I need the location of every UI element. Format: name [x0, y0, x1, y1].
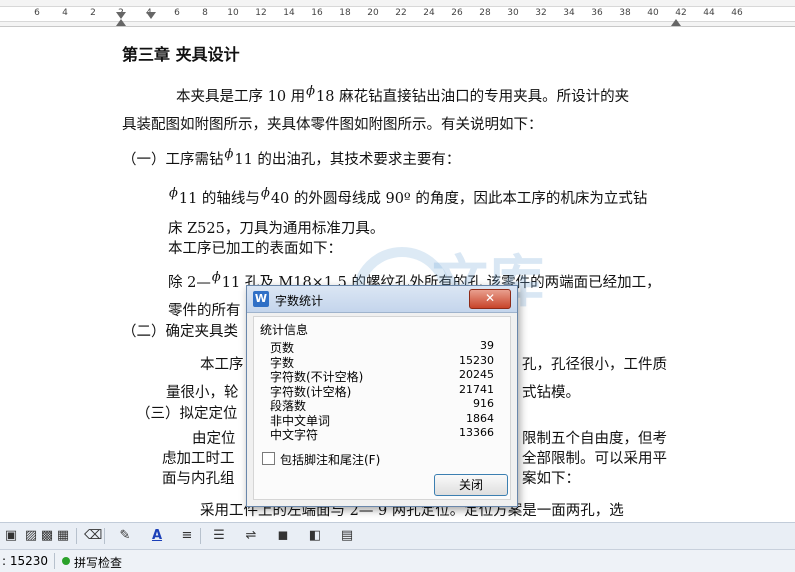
right-indent-marker[interactable]: [671, 19, 681, 26]
ruler-number: 42: [675, 8, 687, 18]
toolbar-separator: [76, 528, 77, 544]
doc-line: （一）工序需钻ϕ11 的出油孔，其技术要求主要有：: [122, 147, 461, 168]
close-icon[interactable]: ✕: [469, 289, 511, 309]
ruler-number: 10: [227, 8, 239, 18]
toolbar-separator: [200, 528, 201, 544]
phi-symbol: ϕ: [260, 186, 270, 201]
doc-line: 孔，孔径很小，工件质: [522, 357, 667, 373]
doc-line: 本工序已加工的表面如下：: [168, 241, 342, 257]
ruler-number: 46: [731, 8, 743, 18]
ruler-number: 14: [283, 8, 295, 18]
line-color-icon[interactable]: ✎: [116, 527, 134, 545]
stats-group-label: 统计信息: [260, 323, 309, 337]
phi-symbol: ϕ: [211, 270, 221, 285]
3d-icon[interactable]: ◧: [306, 527, 324, 545]
dash-style-icon[interactable]: ☰: [210, 527, 228, 545]
font-color-icon[interactable]: A: [148, 527, 166, 545]
stat-value: 21741: [459, 382, 494, 396]
status-word-count[interactable]: : 15230: [2, 554, 48, 568]
arrow-style-icon[interactable]: ⇌: [242, 527, 260, 545]
ruler-number: 24: [423, 8, 435, 18]
doc-line: （三）拟定定位: [136, 406, 238, 422]
stat-label: 中文字符: [270, 428, 319, 442]
dialog-titlebar[interactable]: W 字数统计 ✕: [247, 286, 517, 313]
doc-line: 限制五个自由度，但考: [522, 431, 667, 447]
ruler-number: 6: [174, 8, 180, 18]
spell-check-label[interactable]: 拼写检查: [74, 554, 122, 571]
doc-line: 本工序: [200, 357, 244, 373]
close-button[interactable]: 关闭: [434, 474, 508, 496]
doc-line: 床 Z525，刀具为通用标准刀具。: [168, 221, 385, 237]
ruler-number: 16: [311, 8, 323, 18]
status-separator: [54, 553, 55, 569]
line-style-icon[interactable]: ≡: [178, 527, 196, 545]
doc-line: 由定位: [192, 431, 236, 447]
arrange-icon[interactable]: ▤: [338, 527, 356, 545]
ruler-number: 36: [591, 8, 603, 18]
doc-line: 本夹具是工序 10 用ϕ18 麻花钻直接钻出油口的专用夹具。所设计的夹: [176, 84, 630, 105]
toolbar-separator: [104, 528, 105, 544]
ruler-number: 44: [703, 8, 715, 18]
include-footnotes-checkbox[interactable]: [262, 452, 275, 465]
ruler-number: 38: [619, 8, 631, 18]
doc-line: 量很小，轮: [166, 385, 239, 401]
doc-line: 全部限制。可以采用平: [522, 451, 667, 467]
ruler-number: 34: [563, 8, 575, 18]
ruler-number: 18: [339, 8, 351, 18]
stat-value: 15230: [459, 353, 494, 367]
phi-symbol: ϕ: [306, 84, 316, 99]
doc-line: 案如下：: [522, 471, 580, 487]
ruler-number: 30: [507, 8, 519, 18]
ruler-number: 40: [647, 8, 659, 18]
ruler-number: 22: [395, 8, 407, 18]
status-bar: : 15230 拼写检查: [0, 549, 795, 572]
ruler-number: 8: [202, 8, 208, 18]
ruler-number: 20: [367, 8, 379, 18]
stat-value: 916: [473, 397, 494, 410]
doc-line: 面与内孔组: [162, 471, 235, 487]
phi-symbol: ϕ: [224, 147, 234, 162]
left-indent-marker[interactable]: [116, 19, 126, 26]
stat-value: 20245: [459, 368, 494, 381]
stat-value: 1864: [466, 411, 494, 425]
spell-check-icon: [62, 557, 70, 565]
word-count-dialog[interactable]: W 字数统计 ✕ 统计信息 页数 39 字数 15230 字符数(不计空格) 20245 字…: [246, 285, 518, 507]
doc-line: 具装配图如附图所示，夹具体零件图如附图所示。有关说明如下：: [122, 117, 543, 133]
wps-app-icon: W: [253, 291, 269, 307]
ruler-number: 12: [255, 8, 267, 18]
ruler-number: 6: [34, 8, 40, 18]
chapter-title: 第三章 夹具设计: [122, 45, 240, 64]
stat-row: 中文字符 13366: [270, 426, 494, 442]
doc-line: ϕ11 的轴线与ϕ40 的外圆母线成 90º 的角度，因此本工序的机床为立式钻: [169, 186, 648, 207]
ruler-number: 28: [479, 8, 491, 18]
doc-line: （二）确定夹具类: [122, 324, 238, 340]
first-line-indent-marker[interactable]: [116, 12, 126, 19]
ruler-number: 4: [62, 8, 68, 18]
doc-line: 虑加工时工: [162, 451, 235, 467]
doc-line: 零件的所有: [168, 303, 241, 319]
drawing-toolbar: ▣ ▨ ▩ ▦ ⌫ ✎ A ≡ ☰ ⇌ ◼ ◧ ▤: [0, 522, 795, 550]
stat-value: 13366: [459, 426, 494, 439]
ruler-number: 26: [451, 8, 463, 18]
phi-symbol: ϕ: [169, 186, 178, 201]
ruler-number: 32: [535, 8, 547, 18]
fill-color-icon[interactable]: ⌫: [84, 527, 102, 545]
hanging-indent-marker[interactable]: [146, 12, 156, 19]
doc-line: 式钻模。: [522, 385, 580, 401]
horizontal-ruler[interactable]: 6 4 2 2 4 6 8 10 12 14 16 18 20 22 24 26 28 30 32 34 36 38 40 4…: [0, 0, 795, 27]
dialog-title: 字数统计: [275, 294, 324, 308]
picture-icon[interactable]: ▣: [2, 527, 20, 545]
include-footnotes-label[interactable]: 包括脚注和尾注(F): [280, 451, 380, 468]
shadow-icon[interactable]: ◼: [274, 527, 292, 545]
ruler-number: 2: [90, 8, 96, 18]
dialog-body: 统计信息 页数 39 字数 15230 字符数(不计空格) 20245 字符数(计空格) 21…: [253, 316, 511, 500]
textbox-icon[interactable]: ▦: [54, 527, 72, 545]
stat-value: 39: [480, 339, 494, 352]
